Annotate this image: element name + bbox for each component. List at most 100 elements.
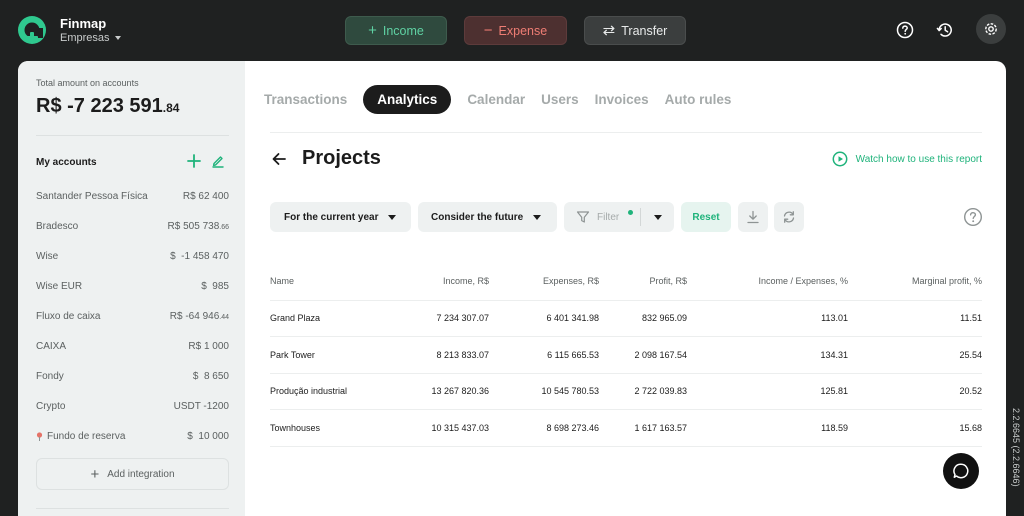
- account-balance: R$ -64 946.44: [170, 311, 229, 322]
- top-bar: Finmap Empresas + Income − Expense ⇄ Tra…: [0, 0, 1024, 60]
- table-row[interactable]: Park Tower 8 213 833.07 6 115 665.53 2 098 …: [270, 336, 982, 374]
- account-item[interactable]: Fluxo de caixa R$ -64 946.44: [36, 301, 229, 331]
- table-cell: 832 965.09: [599, 300, 687, 337]
- question-circle-icon: [896, 21, 914, 39]
- account-name-text: Santander Pessoa Física: [36, 190, 148, 202]
- add-account-icon[interactable]: [186, 153, 202, 169]
- play-circle-icon: [832, 151, 848, 167]
- filter-button[interactable]: Filter: [564, 202, 640, 232]
- account-item[interactable]: Crypto USDT -1200: [36, 391, 229, 421]
- account-balance-main: R$ -64 946: [169, 310, 220, 322]
- sidebar-divider: [36, 135, 229, 136]
- account-name-text: Fondy: [36, 370, 64, 382]
- column-header[interactable]: Marginal profit, %: [848, 262, 982, 301]
- tab-invoices[interactable]: Invoices: [595, 92, 649, 107]
- transfer-icon: ⇄: [602, 22, 616, 39]
- refresh-button[interactable]: [774, 202, 804, 232]
- brand-name: Finmap: [60, 16, 107, 31]
- account-balance: R$ 505 738.66: [168, 221, 229, 232]
- transfer-button[interactable]: ⇄ Transfer: [584, 16, 686, 45]
- account-item[interactable]: Wise $ -1 458 470: [36, 241, 229, 271]
- table-cell: 8 213 833.07: [410, 336, 489, 374]
- account-item[interactable]: Santander Pessoa Física R$ 62 400: [36, 181, 229, 211]
- expense-button[interactable]: − Expense: [464, 16, 567, 45]
- future-dropdown[interactable]: Consider the future: [418, 202, 557, 232]
- table-cell: 13 267 820.36: [410, 373, 489, 410]
- account-name-text: CAIXA: [36, 340, 67, 352]
- account-item[interactable]: Wise EUR $ 985: [36, 271, 229, 301]
- company-name: Empresas: [60, 32, 110, 44]
- table-row[interactable]: Produção industrial 13 267 820.36 10 545 7…: [270, 373, 982, 410]
- tab-auto-rules[interactable]: Auto rules: [665, 92, 732, 107]
- version-label-container: 2.2.6645 (2.2.6646): [1009, 408, 1023, 508]
- table-cell: 15.68: [848, 409, 982, 447]
- watch-tutorial-link[interactable]: Watch how to use this report: [832, 151, 982, 167]
- project-name-cell: Produção industrial: [270, 373, 410, 410]
- account-item[interactable]: Fondy $ 8 650: [36, 361, 229, 391]
- total-amount-cents: .84: [162, 101, 180, 115]
- total-amount-main: R$ -7 223 591: [36, 95, 163, 117]
- main-tabs: Transactions Analytics Calendar Users Invoic…: [264, 84, 747, 115]
- account-name-text: Crypto: [36, 400, 66, 412]
- account-balance: R$ 1 000: [188, 341, 229, 352]
- help-button[interactable]: [891, 16, 919, 44]
- account-balance-main: R$ 1 000: [188, 340, 229, 352]
- table-row[interactable]: Grand Plaza 7 234 307.07 6 401 341.98 832 9…: [270, 300, 982, 337]
- finmap-logo-icon[interactable]: [16, 14, 48, 46]
- back-arrow-icon[interactable]: [270, 150, 288, 168]
- plus-icon: +: [90, 465, 100, 483]
- tab-calendar[interactable]: Calendar: [467, 92, 525, 107]
- account-name-text: Bradesco: [36, 220, 79, 232]
- account-balance-main: $ 8 650: [192, 370, 229, 382]
- edit-accounts-icon[interactable]: [211, 154, 225, 168]
- income-button[interactable]: + Income: [345, 16, 447, 45]
- filter-control: Filter: [564, 202, 674, 232]
- account-name: CAIXA: [36, 341, 66, 352]
- column-header[interactable]: Income, R$: [410, 262, 489, 301]
- add-integration-button[interactable]: + Add integration: [36, 458, 229, 490]
- history-button[interactable]: [931, 16, 959, 44]
- column-header[interactable]: Name: [270, 262, 410, 301]
- active-filter-dot: [628, 210, 633, 215]
- tab-transactions[interactable]: Transactions: [264, 92, 347, 107]
- plus-icon: +: [368, 22, 377, 39]
- accounts-list: Santander Pessoa Física R$ 62 400 Bradesco…: [36, 181, 229, 451]
- table-cell: 6 115 665.53: [489, 336, 599, 374]
- account-name-text: Fundo de reserva: [47, 430, 126, 442]
- question-circle-icon[interactable]: [963, 207, 983, 227]
- table-cell: 134.31: [687, 336, 848, 374]
- table-cell: 1 617 163.57: [599, 409, 687, 447]
- refresh-icon: [783, 211, 795, 223]
- add-integration-label: Add integration: [107, 468, 175, 480]
- accounts-sidebar: Total amount on accounts R$ -7 223 591.8…: [18, 61, 245, 516]
- table-cell: 125.81: [687, 373, 848, 410]
- reset-button[interactable]: Reset: [681, 202, 731, 232]
- chevron-down-icon: [114, 36, 121, 40]
- filter-bar: For the current year Consider the future…: [270, 202, 983, 232]
- table-cell: 7 234 307.07: [410, 300, 489, 337]
- company-selector[interactable]: Empresas: [60, 32, 121, 44]
- account-balance: R$ 62 400: [183, 191, 229, 202]
- account-item[interactable]: Fundo de reserva $ 10 000: [36, 421, 229, 451]
- table-row[interactable]: Townhouses 10 315 437.03 8 698 273.46 1 617…: [270, 409, 982, 447]
- account-balance-cents: .44: [219, 313, 229, 321]
- download-button[interactable]: [738, 202, 768, 232]
- account-item[interactable]: Bradesco R$ 505 738.66: [36, 211, 229, 241]
- filter-button-label: Filter: [597, 211, 620, 223]
- account-balance-main: $ 985: [201, 280, 229, 292]
- chat-button[interactable]: [943, 453, 979, 489]
- column-header[interactable]: Expenses, R$: [489, 262, 599, 301]
- settings-button[interactable]: [976, 14, 1006, 44]
- table-cell: 118.59: [687, 409, 848, 447]
- tab-analytics[interactable]: Analytics: [363, 85, 452, 114]
- tab-users[interactable]: Users: [541, 92, 579, 107]
- account-name: Fluxo de caixa: [36, 311, 100, 322]
- column-header[interactable]: Profit, R$: [599, 262, 687, 301]
- filter-options-toggle[interactable]: [641, 202, 674, 232]
- account-name: Wise: [36, 251, 58, 262]
- main-panel: Total amount on accounts R$ -7 223 591.8…: [18, 61, 1006, 516]
- column-header[interactable]: Income / Expenses, %: [687, 262, 848, 301]
- period-dropdown[interactable]: For the current year: [270, 202, 411, 232]
- account-item[interactable]: CAIXA R$ 1 000: [36, 331, 229, 361]
- account-balance: $ 8 650: [193, 371, 229, 382]
